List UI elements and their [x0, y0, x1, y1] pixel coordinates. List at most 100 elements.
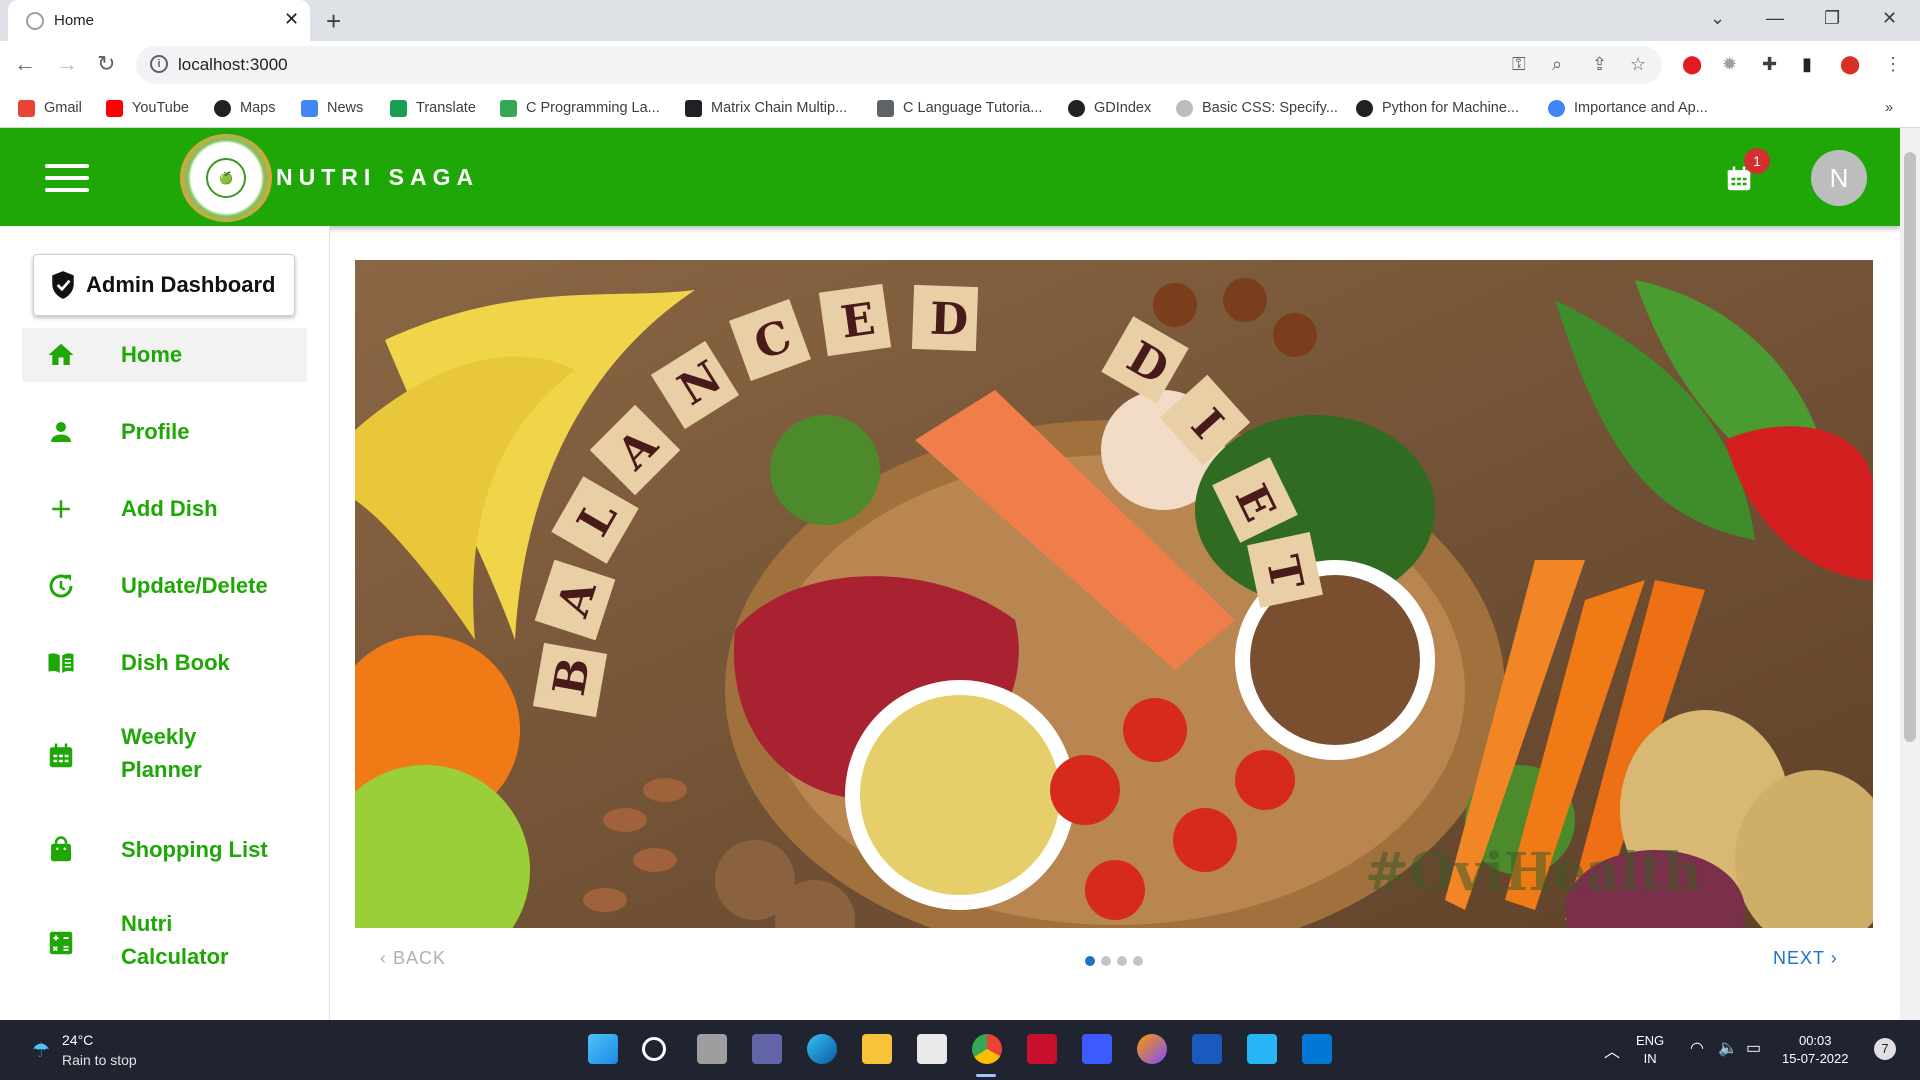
restore-button[interactable]: ❐: [1824, 8, 1840, 29]
close-window-button[interactable]: ✕: [1882, 8, 1897, 29]
pen-app-icon[interactable]: [1082, 1034, 1112, 1064]
bookmark-c-programming[interactable]: C Programming La...: [500, 96, 660, 120]
sidebar-item-shopping-list[interactable]: Shopping List: [22, 823, 307, 877]
battery-icon[interactable]: ▭: [1746, 1038, 1761, 1058]
bookmark-news[interactable]: News: [301, 96, 363, 120]
app-header: 🍏 NUTRI SAGA 1 N: [0, 128, 1900, 226]
side-panel-icon[interactable]: ▮: [1802, 54, 1812, 75]
bookmark-translate[interactable]: Translate: [390, 96, 476, 120]
minimize-button[interactable]: —: [1766, 8, 1784, 29]
address-bar[interactable]: i localhost:3000 ⚿ ⌕ ⇪ ☆: [136, 46, 1662, 84]
ms-store-icon[interactable]: [917, 1034, 947, 1064]
sidebar-item-dish-book[interactable]: Dish Book: [22, 636, 307, 690]
chevron-right-icon: ›: [1824, 948, 1838, 968]
google-icon: [1548, 99, 1565, 117]
plus-icon: [46, 494, 76, 524]
share-icon[interactable]: ⇪: [1592, 54, 1607, 75]
browser-toolbar: ← → ↻ i localhost:3000 ⚿ ⌕ ⇪ ☆ ⬤ ✹ ✚ ▮ ⬤…: [0, 41, 1920, 89]
new-tab-button[interactable]: +: [326, 6, 341, 37]
sidebar-item-label: Profile: [121, 419, 190, 444]
sidebar-item-add-dish[interactable]: Add Dish: [22, 482, 307, 536]
mcafee-icon[interactable]: [1027, 1034, 1057, 1064]
sidebar-item-weekly-planner[interactable]: Weekly Planner: [22, 713, 307, 793]
clock[interactable]: 00:03 15-07-2022: [1782, 1032, 1849, 1068]
chrome-icon[interactable]: [972, 1034, 1002, 1064]
sidebar-item-update-delete[interactable]: Update/Delete: [22, 559, 307, 613]
bookmarks-more[interactable]: »: [1885, 96, 1893, 120]
bookmark-star-icon[interactable]: ☆: [1630, 54, 1646, 75]
bookmark-maps[interactable]: Maps: [214, 96, 275, 120]
scrollbar-thumb[interactable]: [1904, 152, 1916, 742]
edge-icon[interactable]: [807, 1034, 837, 1064]
zoom-icon[interactable]: ⌕: [1552, 54, 1562, 75]
carousel-dot-1[interactable]: [1085, 956, 1095, 966]
notification-count-badge[interactable]: 7: [1874, 1038, 1896, 1060]
bookmark-python-ml[interactable]: Python for Machine...: [1356, 96, 1519, 120]
bookmark-gmail[interactable]: Gmail: [18, 96, 82, 120]
menu-dots-icon[interactable]: ⋮: [1884, 54, 1902, 75]
carousel-dot-3[interactable]: [1117, 956, 1127, 966]
word-icon[interactable]: [1192, 1034, 1222, 1064]
bookmark-gdindex[interactable]: GDIndex: [1068, 96, 1151, 120]
carousel-next-button[interactable]: NEXT ›: [1773, 948, 1838, 969]
wifi-icon[interactable]: ◠: [1690, 1038, 1704, 1058]
sidebar-item-label-line2: Planner: [121, 757, 202, 782]
page-scrollbar[interactable]: [1900, 128, 1920, 1020]
menu-hamburger-icon[interactable]: [45, 164, 89, 192]
sidebar-item-nutri-calculator[interactable]: Nutri Calculator: [22, 900, 307, 980]
weather-temperature[interactable]: 24°C: [62, 1032, 93, 1048]
matrix-icon: [685, 99, 702, 117]
tab-search-icon[interactable]: ⌄: [1710, 8, 1725, 29]
firefox-icon[interactable]: [1137, 1034, 1167, 1064]
vscode-icon[interactable]: [1302, 1034, 1332, 1064]
file-explorer-icon[interactable]: [862, 1034, 892, 1064]
task-view-icon[interactable]: [697, 1034, 727, 1064]
sidebar-item-label: Dish Book: [121, 650, 230, 675]
gmail-icon: [18, 99, 35, 117]
bookmark-c-language[interactable]: C Language Tutoria...: [877, 96, 1042, 120]
bookmark-importance[interactable]: Importance and Ap...: [1548, 96, 1708, 120]
carousel-dot-4[interactable]: [1133, 956, 1143, 966]
language-indicator[interactable]: ENG IN: [1636, 1032, 1664, 1068]
nutri-saga-logo: 🍏: [180, 134, 272, 222]
chevron-up-icon[interactable]: ︿: [1604, 1038, 1620, 1062]
calendar-icon: [46, 741, 76, 771]
carousel-back-button[interactable]: ‹ BACK: [380, 948, 446, 969]
windows-taskbar: ☂ 24°C Rain to stop ︿ ENG IN ◠ 🔈 ▭ 00:03…: [0, 1020, 1920, 1080]
teams-chat-icon[interactable]: [752, 1034, 782, 1064]
forward-arrow-icon[interactable]: →: [56, 51, 78, 77]
bookmark-basic-css[interactable]: Basic CSS: Specify...: [1176, 96, 1338, 120]
sidebar: Admin Dashboard Home Profile Add Dish Up…: [0, 226, 330, 1020]
sidebar-item-label: Home: [121, 342, 183, 367]
svg-text:D: D: [929, 293, 969, 345]
book-icon: [46, 648, 76, 678]
back-arrow-icon[interactable]: ←: [14, 51, 36, 77]
reload-icon[interactable]: ↻: [97, 51, 115, 77]
sidebar-item-label: Nutri: [121, 911, 173, 936]
opera-icon[interactable]: ⬤: [1682, 54, 1702, 75]
bookmark-matrix-chain[interactable]: Matrix Chain Multip...: [685, 96, 847, 120]
tab-favicon-icon: [26, 12, 44, 30]
search-icon[interactable]: [642, 1037, 666, 1061]
extensions-puzzle-icon[interactable]: ✚: [1762, 54, 1777, 75]
carousel-dot-2[interactable]: [1101, 956, 1111, 966]
windows-start-icon[interactable]: [588, 1034, 618, 1064]
sidebar-item-profile[interactable]: Profile: [22, 405, 307, 459]
github-icon: [1356, 99, 1373, 117]
volume-mute-icon[interactable]: 🔈: [1718, 1038, 1738, 1058]
sidebar-item-home[interactable]: Home: [22, 328, 307, 382]
weather-description[interactable]: Rain to stop: [62, 1052, 137, 1068]
user-avatar[interactable]: N: [1811, 150, 1867, 206]
extension-bug-icon[interactable]: ✹: [1722, 54, 1737, 75]
carousel-dots: [1085, 956, 1143, 966]
key-icon[interactable]: ⚿: [1512, 54, 1526, 75]
profile-icon[interactable]: ⬤: [1840, 54, 1860, 75]
site-info-icon[interactable]: i: [150, 55, 168, 73]
watermark-text: #OviHealth: [1365, 842, 1701, 903]
admin-dashboard-button[interactable]: Admin Dashboard: [33, 254, 295, 316]
tab-close-icon[interactable]: ✕: [284, 9, 299, 30]
tab-home[interactable]: Home ✕: [8, 0, 310, 41]
bookmark-youtube[interactable]: YouTube: [106, 96, 189, 120]
photos-icon[interactable]: [1247, 1034, 1277, 1064]
sidebar-item-label: Shopping List: [121, 837, 268, 862]
